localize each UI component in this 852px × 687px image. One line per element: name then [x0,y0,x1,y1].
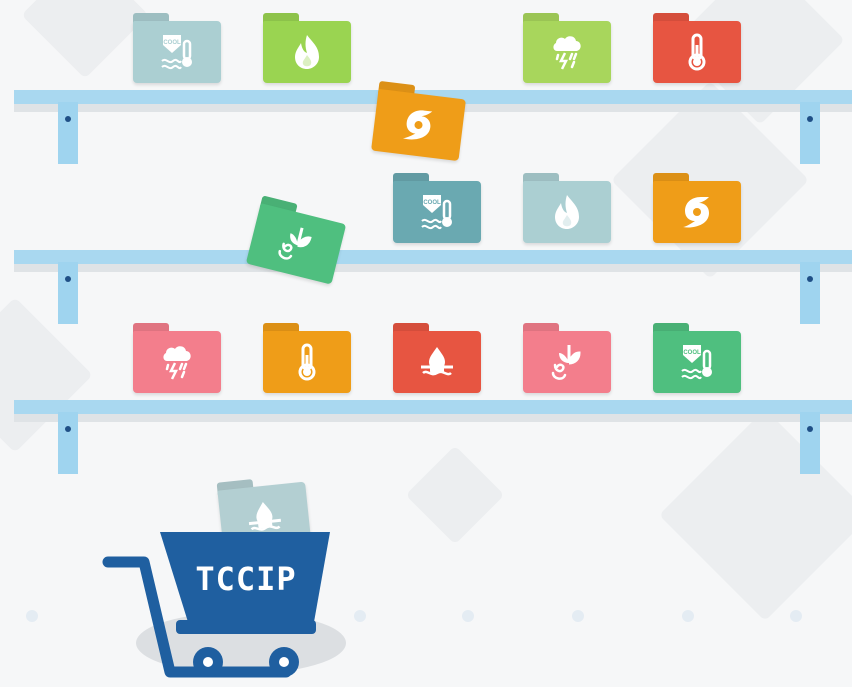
background-shape [0,297,93,453]
cooling-icon: COOL [421,195,452,230]
background-dot [682,610,694,622]
typhoon-icon [402,110,433,140]
falling-folder[interactable] [371,80,467,162]
folder[interactable] [523,13,611,83]
cooling-icon: COOL [161,35,192,70]
background-shape [658,408,852,622]
folder[interactable] [263,323,351,393]
folder[interactable] [523,173,611,243]
thermometer-icon [688,33,706,71]
svg-text:COOL: COOL [423,200,441,206]
folder[interactable] [133,323,221,393]
background-dot [790,610,802,622]
svg-text:COOL: COOL [683,350,701,356]
drought-icon [551,345,581,380]
storm-icon [553,36,581,70]
thermometer-icon [298,343,316,381]
storm-icon [163,346,191,380]
cart-label: TCCIP [195,560,297,598]
fire-icon [555,195,579,229]
background-dot [26,610,38,622]
folder[interactable] [653,13,741,83]
folder[interactable] [263,13,351,83]
cooling-icon: COOL [681,345,712,380]
svg-text:COOL: COOL [163,40,181,46]
background-shape [405,445,505,545]
typhoon-icon [683,197,709,228]
folder[interactable]: COOL [133,13,221,83]
folder[interactable] [523,323,611,393]
flood-icon [421,347,453,376]
folder[interactable]: COOL [653,323,741,393]
folder[interactable] [393,323,481,393]
folder[interactable] [653,173,741,243]
folder[interactable]: COOL [393,173,481,243]
background-dot [572,610,584,622]
fire-icon [295,35,319,69]
background-shape [21,0,149,79]
background-dot [462,610,474,622]
